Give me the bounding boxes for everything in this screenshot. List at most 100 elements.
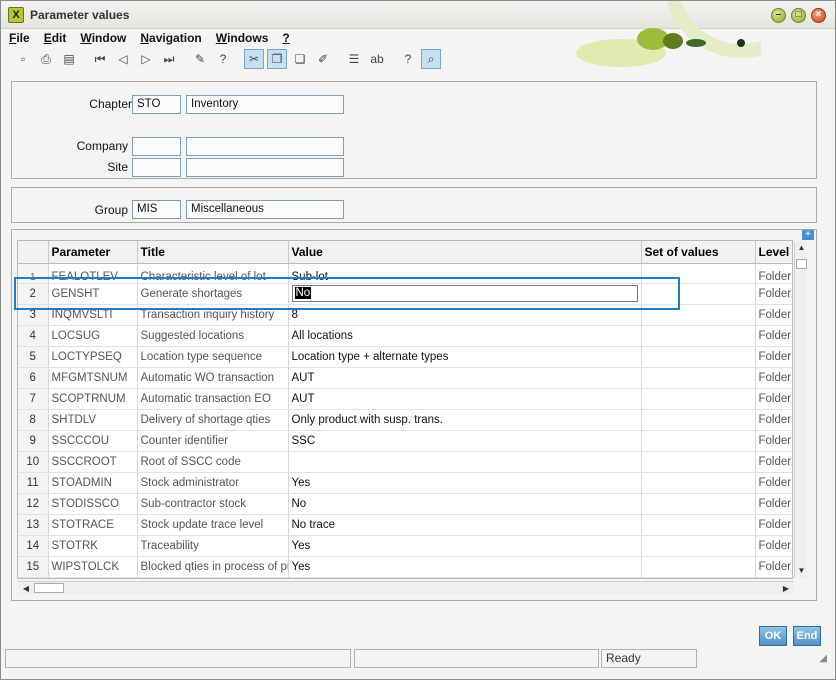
table-row-selected[interactable]: 2 GENSHT Generate shortages No Folder [18,283,792,305]
table-row[interactable]: 8 SHTDLV Delivery of shortage qties Only… [18,409,792,431]
menu-window[interactable]: Window [78,29,128,47]
table-row[interactable]: 9 SSCCCOU Counter identifier SSC Folder [18,430,792,452]
parameter-cell[interactable]: SHTDLV [48,409,138,431]
table-row[interactable]: 4 LOCSUG Suggested locations All locatio… [18,325,792,347]
table-row[interactable]: 5 LOCTYPSEQ Location type sequence Locat… [18,346,792,368]
parameter-cell[interactable]: SSCCROOT [48,451,138,473]
value-edit-field[interactable]: No [291,285,638,302]
menu-windows[interactable]: Windows [214,29,271,47]
cut-icon[interactable]: ✂ [244,49,264,69]
set-of-values-cell[interactable] [641,367,756,389]
chapter-code-field[interactable]: STO [132,95,181,114]
menu-file[interactable]: File [7,29,32,47]
set-of-values-cell[interactable] [641,409,756,431]
column-header-parameter[interactable]: Parameter [48,241,138,264]
table-row[interactable]: 7 SCOPTRNUM Automatic transaction EO AUT… [18,388,792,410]
set-of-values-cell[interactable] [641,388,756,410]
print-icon[interactable]: ⎙ [36,49,56,69]
attachment-icon[interactable]: ✎ [190,49,210,69]
help-circle-icon[interactable]: ? [213,49,233,69]
menu-help[interactable]: ? [280,29,291,47]
value-cell[interactable]: Sub-lot [288,263,642,284]
set-of-values-cell[interactable] [641,472,756,494]
set-of-values-cell[interactable] [641,304,756,326]
set-of-values-cell[interactable] [641,535,756,557]
value-cell[interactable]: AUT [288,367,642,389]
set-of-values-cell[interactable] [641,451,756,473]
new-document-icon[interactable]: ▫ [13,49,33,69]
parameter-cell[interactable]: STOTRK [48,535,138,557]
set-of-values-cell[interactable] [641,514,756,536]
add-row-icon[interactable]: + [802,230,814,240]
parameter-cell[interactable]: STOTRACE [48,514,138,536]
vertical-scroll-thumb[interactable] [796,259,807,269]
table-row[interactable]: 15 WIPSTOLCK Blocked qties in process of… [18,556,792,578]
parameter-cell[interactable]: INQMVSLTI [48,304,138,326]
horizontal-scroll-thumb[interactable] [34,583,64,593]
last-record-icon[interactable]: ⏭ [159,49,179,69]
table-row[interactable]: 10 SSCCROOT Root of SSCC code Folder [18,451,792,473]
parameter-cell[interactable]: GENSHT [48,283,138,305]
set-of-values-cell[interactable] [641,263,756,284]
parameter-cell[interactable]: STOADMIN [48,472,138,494]
value-cell[interactable]: Yes [288,556,642,578]
minimize-button[interactable]: – [771,8,786,23]
company-code-field[interactable] [132,137,181,156]
text-field-icon[interactable]: ab [367,49,387,69]
group-code-field[interactable]: MIS [132,200,181,219]
previous-record-icon[interactable]: ◁ [113,49,133,69]
first-record-icon[interactable]: ⏮ [90,49,110,69]
parameter-cell[interactable]: LOCTYPSEQ [48,346,138,368]
close-button[interactable]: × [811,8,826,23]
edit-icon[interactable]: ✐ [313,49,333,69]
parameter-cell[interactable]: FEALOTLEV [48,263,138,284]
parameter-cell[interactable]: MFGMTSNUM [48,367,138,389]
print-preview-icon[interactable]: ▤ [59,49,79,69]
value-cell[interactable]: AUT [288,388,642,410]
parameter-cell[interactable]: STODISSCO [48,493,138,515]
table-row[interactable]: 1 FEALOTLEV Characteristic level of lot … [18,263,792,284]
next-record-icon[interactable]: ▷ [136,49,156,69]
set-of-values-cell[interactable] [641,430,756,452]
parameter-cell[interactable]: SCOPTRNUM [48,388,138,410]
resize-grip-icon[interactable]: ◢ [819,653,827,664]
menu-edit[interactable]: Edit [42,29,69,47]
table-row[interactable]: 12 STODISSCO Sub-contractor stock No Fol… [18,493,792,515]
parameter-cell[interactable]: SSCCCOU [48,430,138,452]
set-of-values-cell[interactable] [641,556,756,578]
table-row[interactable]: 6 MFGMTSNUM Automatic WO transaction AUT… [18,367,792,389]
set-of-values-cell[interactable] [641,346,756,368]
search-icon[interactable]: ⌕ [421,49,441,69]
scroll-left-arrow-icon[interactable]: ◀ [20,582,32,595]
table-row[interactable]: 13 STOTRACE Stock update trace level No … [18,514,792,536]
value-cell-editing[interactable]: No [288,283,642,305]
value-cell[interactable]: SSC [288,430,642,452]
set-of-values-cell[interactable] [641,283,756,305]
scroll-down-arrow-icon[interactable]: ▼ [795,565,808,577]
table-row[interactable]: 11 STOADMIN Stock administrator Yes Fold… [18,472,792,494]
end-button[interactable]: End [793,626,821,646]
parameter-cell[interactable]: LOCSUG [48,325,138,347]
value-cell[interactable]: 8 [288,304,642,326]
value-cell[interactable]: No [288,493,642,515]
value-cell[interactable]: All locations [288,325,642,347]
copy-icon[interactable]: ❐ [267,49,287,69]
value-cell[interactable]: No trace [288,514,642,536]
column-header-set-of-values[interactable]: Set of values [641,241,756,264]
horizontal-scrollbar[interactable]: ◀ ▶ [18,581,794,594]
value-cell[interactable] [288,451,642,473]
value-cell[interactable]: Yes [288,472,642,494]
maximize-button[interactable]: □ [791,8,806,23]
value-cell[interactable]: Location type + alternate types [288,346,642,368]
column-header-level[interactable]: Level [755,241,792,264]
site-code-field[interactable] [132,158,181,177]
help-icon[interactable]: ? [398,49,418,69]
column-header-value[interactable]: Value [288,241,642,264]
menu-navigation[interactable]: Navigation [138,29,203,47]
scroll-right-arrow-icon[interactable]: ▶ [780,582,792,595]
value-cell[interactable]: Only product with susp. trans. [288,409,642,431]
vertical-scrollbar[interactable]: ▲ ▼ [794,242,807,578]
scroll-up-arrow-icon[interactable]: ▲ [795,242,808,254]
value-cell[interactable]: Yes [288,535,642,557]
column-header-title[interactable]: Title [137,241,289,264]
